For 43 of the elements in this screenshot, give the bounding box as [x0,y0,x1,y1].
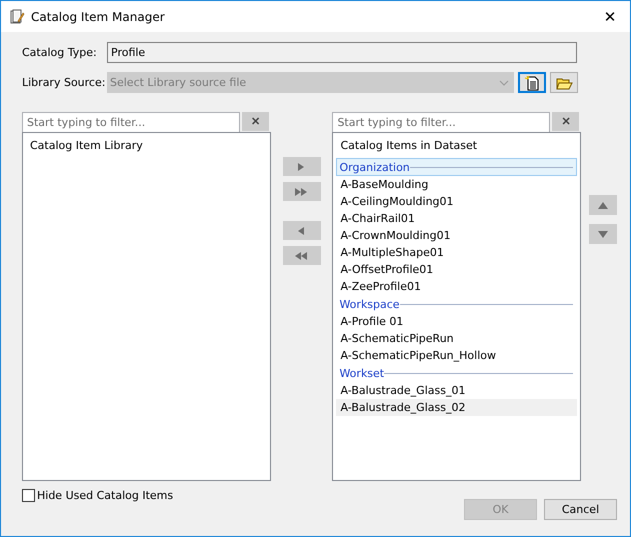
list-item[interactable]: A-CeilingMoulding01 [336,193,578,210]
up-arrow-icon [597,200,610,210]
filter-field[interactable]: Start typing to filter... [332,112,550,132]
list-item[interactable]: A-Balustrade_Glass_02 [336,399,578,416]
list-item[interactable]: A-SchematicPipeRun [336,330,578,347]
window-title: Catalog Item Manager [31,10,166,24]
list-heading: Catalog Items in Dataset [339,138,478,154]
group-header[interactable]: Workset [336,364,578,382]
library-source-label: Library Source: [22,76,106,89]
double-right-arrow-icon [295,186,308,196]
list-item[interactable]: A-OffsetProfile01 [336,261,578,278]
clear-filter-button[interactable]: ✕ [242,112,269,131]
double-left-arrow-icon [295,250,308,260]
new-file-button[interactable] [518,72,546,93]
folder-icon [556,76,572,90]
hide-used-checkbox[interactable] [22,489,35,502]
group-header[interactable]: Workspace [336,295,578,313]
list-heading: Catalog Item Library [29,138,144,154]
new-document-icon [524,74,540,90]
move-down-button[interactable] [589,224,618,244]
list-item[interactable]: A-CrownMoulding01 [336,227,578,244]
list-item[interactable]: A-Balustrade_Glass_01 [336,382,578,399]
open-folder-button[interactable] [550,72,578,93]
list-item[interactable]: A-ChairRail01 [336,210,578,227]
catalog-book-icon [9,8,25,24]
list-item[interactable]: A-Profile 01 [336,313,578,330]
catalog-type-field: Profile [107,42,577,63]
move-up-button[interactable] [589,195,618,215]
cancel-button[interactable]: Cancel [544,499,617,520]
dropdown-caret-icon [499,80,509,86]
list-item[interactable]: A-SchematicPipeRun_Hollow [336,347,578,364]
clear-filter-button[interactable]: ✕ [552,112,580,131]
list-item[interactable]: A-MultipleShape01 [336,244,578,261]
list-item[interactable]: A-BaseMoulding [336,176,578,193]
group-header[interactable]: Organization [336,158,578,176]
catalog-type-label: Catalog Type: [22,46,98,59]
left-arrow-icon [298,226,305,236]
hide-used-label: Hide Used Catalog Items [37,489,174,502]
close-button[interactable]: ✕ [590,2,630,32]
list-item[interactable]: A-ZeeProfile01 [336,278,578,295]
right-arrow-icon [298,162,305,172]
down-arrow-icon [597,229,610,239]
filter-field[interactable]: Start typing to filter... [22,112,240,132]
